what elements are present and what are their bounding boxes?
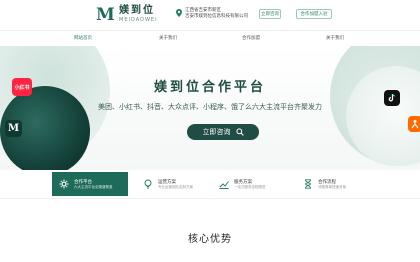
location-pin-icon [176,9,182,17]
gear-icon [58,178,70,190]
dianping-icon [408,116,420,132]
feature-card-operation[interactable]: 运营方案 专业运营团队定制方案 [136,172,212,196]
hero-banner: 小红书 M 媄到位合作平台 美团、小红书、抖音、大众点评、小程序、饿了么六大主流… [0,46,420,170]
nav-item-home[interactable]: 网站首页 [74,35,92,41]
company-address: 江西省吉安市新区 吉安市媄到位信息科技有限公司 [185,7,248,18]
hero-title: 媄到位合作平台 [153,80,266,95]
consult-button[interactable]: 立即咨询 [259,9,281,19]
feature-card-platform[interactable]: 合作平台 六大主流平台全渠道覆盖 [52,172,128,196]
logo-english-name: MEIDAOWEI [119,17,158,23]
hero-consult-label: 立即咨询 [202,128,231,136]
section-divider [0,198,420,199]
feature-desc: 六大主流平台全渠道覆盖 [74,184,113,189]
top-header: M 媄到位 MEIDAOWEI 江西省吉安市新区 吉安市媄到位信息科技有限公司 … [0,0,420,30]
section-title: 核心优势 [188,234,232,245]
hero-subtitle: 美团、小红书、抖音、大众点评、小程序、饿了么六大主流平台齐聚发力 [98,103,322,111]
hero-consult-button[interactable]: 立即咨询 [187,124,259,140]
hourglass-icon [302,178,314,190]
logo-mark-icon: M [96,5,115,25]
feature-desc: 专业运营团队定制方案 [158,184,193,189]
feature-card-process[interactable]: 合作流程 流程简单快速对接 [296,172,372,196]
feature-desc: 一站式服务全程跟进 [234,184,266,189]
bulb-icon [142,178,154,190]
feature-strip: 合作平台 六大主流平台全渠道覆盖 运营方案 专业运营团队定制方案 服务方案 一站… [0,170,420,198]
brand-logo[interactable]: M 媄到位 MEIDAOWEI [96,5,158,25]
feature-desc: 流程简单快速对接 [318,184,346,189]
nav-item-join[interactable]: 合作加盟 [242,35,260,41]
logo-name: 媄到位 [119,5,155,16]
search-icon [235,128,244,136]
nav-item-about[interactable]: 关于我们 [159,35,177,41]
main-nav: 网站首页 关于我们 合作加盟 关于我们 [0,30,420,46]
join-button[interactable]: 合作加盟入驻 [296,9,332,19]
trend-chart-icon [218,178,230,190]
nav-item-contact[interactable]: 关于我们 [326,35,344,41]
app-logo-icon: M [5,120,22,137]
feature-card-service[interactable]: 服务方案 一站式服务全程跟进 [212,172,288,196]
